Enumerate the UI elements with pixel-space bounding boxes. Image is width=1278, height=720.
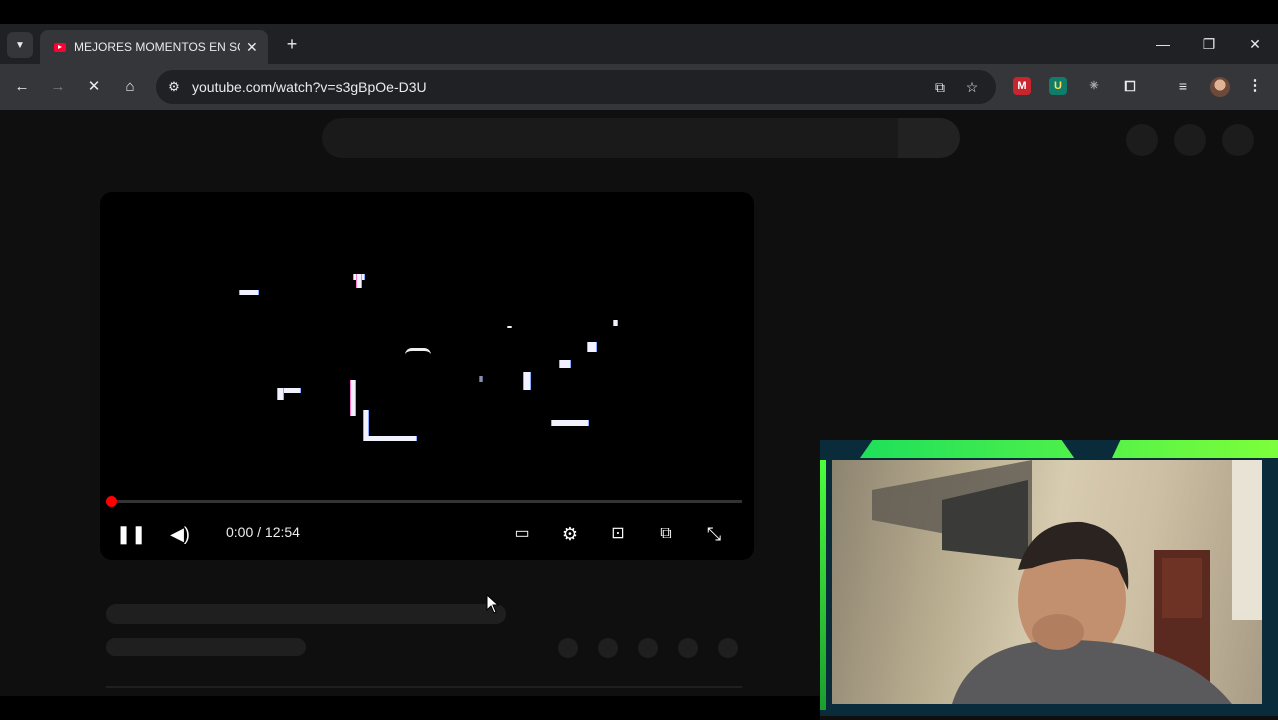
scrubber-handle[interactable]	[106, 496, 117, 507]
action-skeleton	[718, 638, 738, 658]
action-skeleton	[598, 638, 618, 658]
new-tab-button[interactable]: +	[282, 32, 302, 56]
webcam-overlay	[820, 440, 1278, 716]
search-input-skeleton[interactable]	[322, 118, 898, 158]
time-display: 0:00 / 12:54	[226, 524, 300, 540]
chevron-down-icon: ▼	[15, 39, 25, 51]
extension-sun-icon[interactable]: ✳	[1085, 77, 1103, 95]
webcam-frame-top	[860, 440, 1278, 458]
extension-red-icon[interactable]: M	[1013, 77, 1031, 95]
profile-avatar[interactable]	[1210, 77, 1230, 97]
restore-button[interactable]: ❐	[1196, 32, 1222, 56]
progress-bar[interactable]	[110, 500, 742, 503]
youtube-favicon	[54, 42, 66, 52]
browser-toolbar: ← → ✕ ⌂ ⚙ youtube.com/watch?v=s3gBpOe-D3…	[0, 64, 1278, 110]
cast-icon[interactable]: ⧉	[652, 520, 680, 548]
action-skeleton	[558, 638, 578, 658]
close-window-button[interactable]: ✕	[1242, 32, 1268, 56]
back-icon[interactable]: ←	[10, 75, 34, 99]
channel-skeleton	[106, 638, 306, 656]
cursor-arrow	[486, 594, 500, 614]
search-button-skeleton[interactable]	[898, 118, 960, 158]
settings-icon[interactable]: ⚙	[556, 520, 584, 548]
tab-close-icon[interactable]: ✕	[246, 39, 258, 56]
divider	[106, 686, 742, 688]
top-black-bar	[0, 0, 1278, 24]
fullscreen-icon[interactable]: ⤡	[700, 520, 728, 548]
site-info-icon[interactable]: ⚙	[164, 77, 184, 97]
extensions-icon[interactable]: ⧠	[1121, 77, 1139, 95]
install-app-icon[interactable]: ⧉	[930, 77, 950, 97]
subtitles-icon[interactable]: ▭	[508, 520, 536, 548]
bookmark-star-icon[interactable]: ☆	[962, 77, 982, 97]
header-icon-skeleton[interactable]	[1174, 124, 1206, 156]
home-icon[interactable]: ⌂	[118, 75, 142, 99]
title-skeleton	[106, 604, 506, 624]
tab-title: MEJORES MOMENTOS EN SQU	[74, 40, 240, 54]
video-player[interactable]: ❚❚ ◀) 0:00 / 12:54 ▭ ⚙ ⊡ ⧉ ⤡	[100, 192, 754, 560]
forward-icon[interactable]: →	[46, 75, 70, 99]
action-skeleton	[678, 638, 698, 658]
stop-loading-icon[interactable]: ✕	[82, 75, 106, 99]
pause-icon[interactable]: ❚❚	[116, 520, 146, 548]
minimize-button[interactable]: —	[1150, 32, 1176, 56]
volume-icon[interactable]: ◀)	[166, 520, 194, 548]
avatar-skeleton[interactable]	[1222, 124, 1254, 156]
url-text[interactable]: youtube.com/watch?v=s3gBpOe-D3U	[192, 79, 427, 95]
address-bar[interactable]: ⚙ youtube.com/watch?v=s3gBpOe-D3U ⧉ ☆	[156, 70, 996, 104]
tab-strip: ▼ MEJORES MOMENTOS EN SQU ✕ + — ❐ ✕	[0, 24, 1278, 64]
header-icon-skeleton[interactable]	[1126, 124, 1158, 156]
action-skeleton	[638, 638, 658, 658]
media-icon[interactable]: ≡	[1174, 77, 1192, 95]
tab-list-button[interactable]: ▼	[7, 32, 33, 58]
theater-icon[interactable]: ⊡	[604, 520, 632, 548]
webcam-frame-left	[820, 460, 826, 710]
webcam-feed	[832, 460, 1262, 704]
menu-icon[interactable]: ⋮	[1246, 77, 1264, 95]
bottom-black-bar	[0, 696, 820, 720]
tab-active[interactable]: MEJORES MOMENTOS EN SQU ✕	[40, 30, 268, 64]
extension-green-icon[interactable]: U	[1049, 77, 1067, 95]
